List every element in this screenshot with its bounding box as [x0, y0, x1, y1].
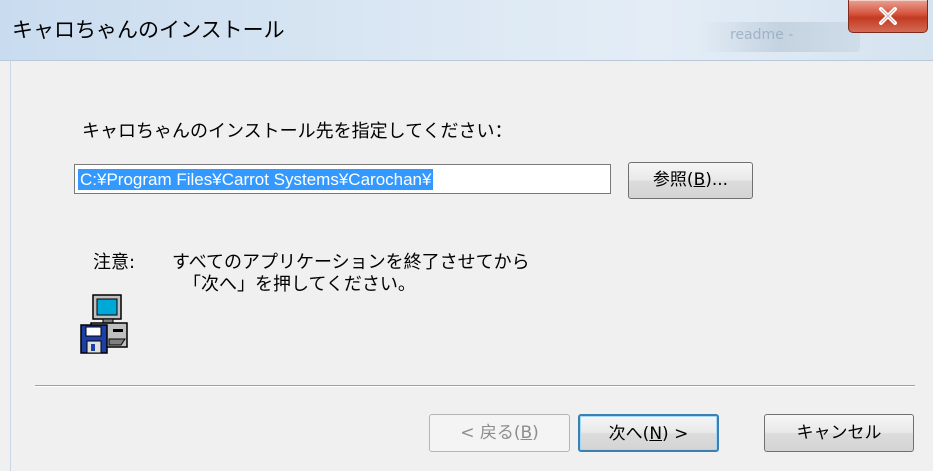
back-label-prefix: < 戻る( — [460, 423, 521, 443]
install-path-input[interactable]: C:¥Program Files¥Carrot Systems¥Carochan… — [74, 164, 611, 194]
install-path-value: C:¥Program Files¥Carrot Systems¥Carochan… — [78, 169, 434, 190]
computer-floppy-icon — [80, 294, 128, 354]
next-label-prefix: 次へ( — [608, 424, 650, 444]
back-button[interactable]: < 戻る(B) — [429, 414, 570, 452]
background-window-text: readme - — [730, 27, 794, 43]
next-label-suffix: ) > — [662, 424, 689, 444]
title-bar: キャロちゃんのインストール readme - — [0, 0, 933, 61]
back-label-suffix: ) — [532, 423, 539, 443]
browse-label-key: B — [693, 170, 706, 190]
note-text-line2: 「次へ」を押してください。 — [183, 274, 416, 295]
browse-button[interactable]: 参照(B)... — [628, 162, 753, 199]
next-label-key: N — [649, 424, 663, 444]
separator — [35, 385, 915, 387]
browse-label-suffix: )... — [705, 170, 729, 190]
cancel-button[interactable]: キャンセル — [764, 414, 914, 452]
note-label: 注意: — [93, 252, 136, 273]
background-window-glimpse: readme - — [700, 22, 860, 52]
close-button[interactable] — [848, 0, 928, 33]
next-button[interactable]: 次へ(N) > — [578, 414, 719, 452]
close-icon — [879, 7, 897, 25]
browse-label-prefix: 参照( — [652, 170, 694, 190]
window-title: キャロちゃんのインストール — [12, 18, 285, 42]
back-label-key: B — [520, 423, 533, 443]
install-prompt: キャロちゃんのインストール先を指定してください： — [82, 121, 513, 142]
